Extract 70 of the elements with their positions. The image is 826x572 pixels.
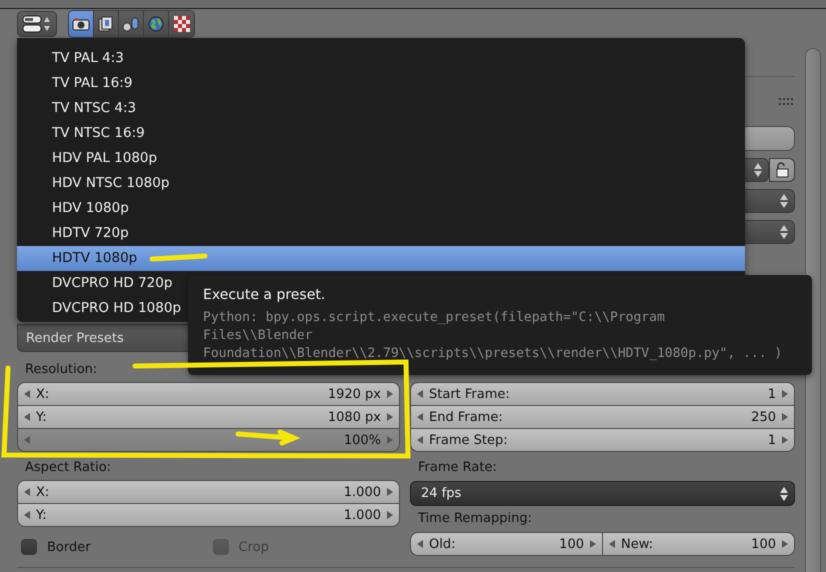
menu-item[interactable]: TV PAL 4:3 [17, 46, 745, 71]
checker-icon [174, 16, 190, 32]
left-arrow-icon[interactable] [609, 540, 615, 548]
right-arrow-icon[interactable] [782, 390, 788, 398]
menu-item[interactable]: HDV NTSC 1080p [17, 171, 745, 196]
number-field[interactable]: Start Frame: 1 [410, 382, 795, 406]
right-arrow-icon[interactable] [387, 413, 393, 421]
menu-item[interactable]: TV NTSC 16:9 [17, 121, 745, 146]
number-field[interactable]: Y: 1080 px [17, 405, 400, 429]
checkbox[interactable] [21, 539, 37, 555]
camera-icon [72, 17, 90, 31]
right-arrow-icon[interactable] [782, 436, 788, 444]
left-arrow-icon[interactable] [24, 390, 30, 398]
right-arrow-icon[interactable] [387, 436, 393, 444]
number-field[interactable]: Y: 1.000 [17, 503, 400, 527]
python-path-text: Python: bpy.ops.script.execute_preset(filepath="C:\\Program [203, 309, 665, 327]
scrollbar[interactable] [805, 48, 821, 572]
number-field[interactable]: Old: 100 [410, 532, 603, 556]
menu-item[interactable]: HDTV 720p [17, 221, 745, 246]
sphere-cylinder-icon [122, 16, 140, 32]
number-field[interactable]: X: 1920 px [17, 382, 400, 406]
checkbox-label: Border [47, 540, 91, 554]
number-field[interactable]: End Frame: 250 [410, 405, 795, 429]
frame-rate-label: Frame Rate: [417, 459, 498, 477]
left-arrow-icon[interactable] [24, 488, 30, 496]
tooltip-title: Execute a preset. [203, 287, 326, 305]
up-down-arrows-icon [754, 162, 762, 178]
menu-item[interactable]: TV NTSC 4:3 [17, 96, 745, 121]
menu-item[interactable]: HDTV 1080p [17, 246, 745, 271]
frame-rate-dropdown[interactable]: 24 fps [410, 481, 795, 506]
number-field[interactable]: 100% [17, 428, 400, 452]
number-field[interactable]: New: 100 [602, 532, 795, 556]
editor-type-icon [22, 15, 52, 33]
properties-tab[interactable] [119, 11, 144, 37]
right-arrow-icon[interactable] [387, 511, 393, 519]
up-down-arrows-icon [780, 193, 788, 209]
aspect-ratio-label: Aspect Ratio: [24, 459, 112, 477]
globe-icon [148, 16, 164, 32]
properties-tab[interactable] [94, 11, 119, 37]
up-down-arrows-icon [780, 224, 788, 240]
right-arrow-icon[interactable] [387, 390, 393, 398]
menu-item[interactable]: TV PAL 16:9 [17, 71, 745, 96]
up-down-arrows-icon [780, 486, 788, 502]
left-arrow-icon[interactable] [417, 390, 423, 398]
left-arrow-icon[interactable] [24, 436, 30, 444]
time-remapping-label: Time Remapping: [417, 510, 534, 528]
left-arrow-icon[interactable] [24, 511, 30, 519]
left-arrow-icon[interactable] [417, 413, 423, 421]
left-arrow-icon[interactable] [417, 436, 423, 444]
menu-item[interactable]: HDV PAL 1080p [17, 146, 745, 171]
properties-tab[interactable] [69, 11, 94, 37]
left-arrow-icon[interactable] [24, 413, 30, 421]
python-path-text: Files\\Blender [203, 327, 313, 345]
resolution-label: Resolution: [24, 361, 98, 379]
number-field[interactable]: X: 1.000 [17, 480, 400, 504]
right-arrow-icon[interactable] [782, 540, 788, 548]
menu-item[interactable]: HDV 1080p [17, 196, 745, 221]
properties-tab[interactable] [169, 11, 194, 37]
image-stack-icon [98, 16, 114, 32]
right-arrow-icon[interactable] [782, 413, 788, 421]
number-field[interactable]: Frame Step: 1 [410, 428, 795, 452]
right-arrow-icon[interactable] [590, 540, 596, 548]
padlock-icon [775, 162, 789, 178]
python-path-text: Foundation\\Blender\\2.79\\scripts\\presets\\render\\HDTV_1080p.py", ... ) [203, 345, 782, 363]
left-arrow-icon[interactable] [417, 540, 423, 548]
drag-grip-icon[interactable] [779, 98, 793, 106]
editor-type-button[interactable] [17, 11, 57, 37]
lock-button[interactable] [769, 158, 795, 182]
properties-tab[interactable] [144, 11, 169, 37]
right-arrow-icon[interactable] [387, 488, 393, 496]
